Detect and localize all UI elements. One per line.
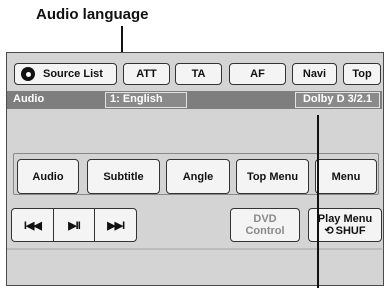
previous-track-button[interactable]: I◀◀: [12, 209, 53, 241]
ta-button[interactable]: TA: [175, 63, 222, 85]
bottom-strip: [7, 248, 382, 250]
play-menu-label: Play Menu: [317, 213, 373, 225]
subtitle-button[interactable]: Subtitle: [87, 159, 160, 194]
dvd-screen: Source List ATT TA AF Navi Top Audio 1: …: [6, 52, 384, 286]
next-track-button[interactable]: ▶▶I: [94, 209, 136, 241]
audio-language-callout: Audio language: [36, 6, 149, 23]
audio-format-leader-line: [317, 115, 319, 288]
dvd-control-line1: DVD: [253, 213, 277, 225]
audio-button[interactable]: Audio: [17, 159, 79, 194]
status-title: Audio: [13, 93, 45, 105]
status-bar: Audio 1: English Dolby D 3/2.1: [7, 91, 382, 109]
top-button[interactable]: Top: [343, 63, 381, 85]
next-icon: ▶▶I: [107, 219, 125, 232]
af-button[interactable]: AF: [229, 63, 286, 85]
previous-icon: I◀◀: [23, 219, 42, 232]
att-button[interactable]: ATT: [123, 63, 170, 85]
shuffle-icon: ⟲: [324, 225, 334, 237]
audio-format-display: Dolby D 3/2.1: [295, 92, 380, 108]
source-list-label: Source List: [43, 68, 103, 80]
source-list-button[interactable]: Source List: [14, 63, 117, 85]
play-menu-button[interactable]: Play Menu ⟲ SHUF: [308, 208, 382, 242]
source-icon: [21, 67, 35, 81]
shuffle-row: ⟲ SHUF: [324, 225, 365, 237]
play-pause-button[interactable]: ▶II: [52, 209, 95, 241]
top-menu-button[interactable]: Top Menu: [236, 159, 309, 194]
audio-language-display: 1: English: [105, 92, 187, 108]
dvd-control-line2: Control: [245, 225, 285, 237]
dvd-control-button[interactable]: DVD Control: [230, 208, 300, 242]
transport-controls: I◀◀ ▶II ▶▶I: [11, 208, 137, 242]
menu-button[interactable]: Menu: [315, 159, 377, 194]
angle-button[interactable]: Angle: [166, 159, 230, 194]
play-pause-icon: ▶II: [68, 219, 81, 232]
shuffle-label: SHUF: [335, 225, 366, 237]
navi-button[interactable]: Navi: [292, 63, 337, 85]
